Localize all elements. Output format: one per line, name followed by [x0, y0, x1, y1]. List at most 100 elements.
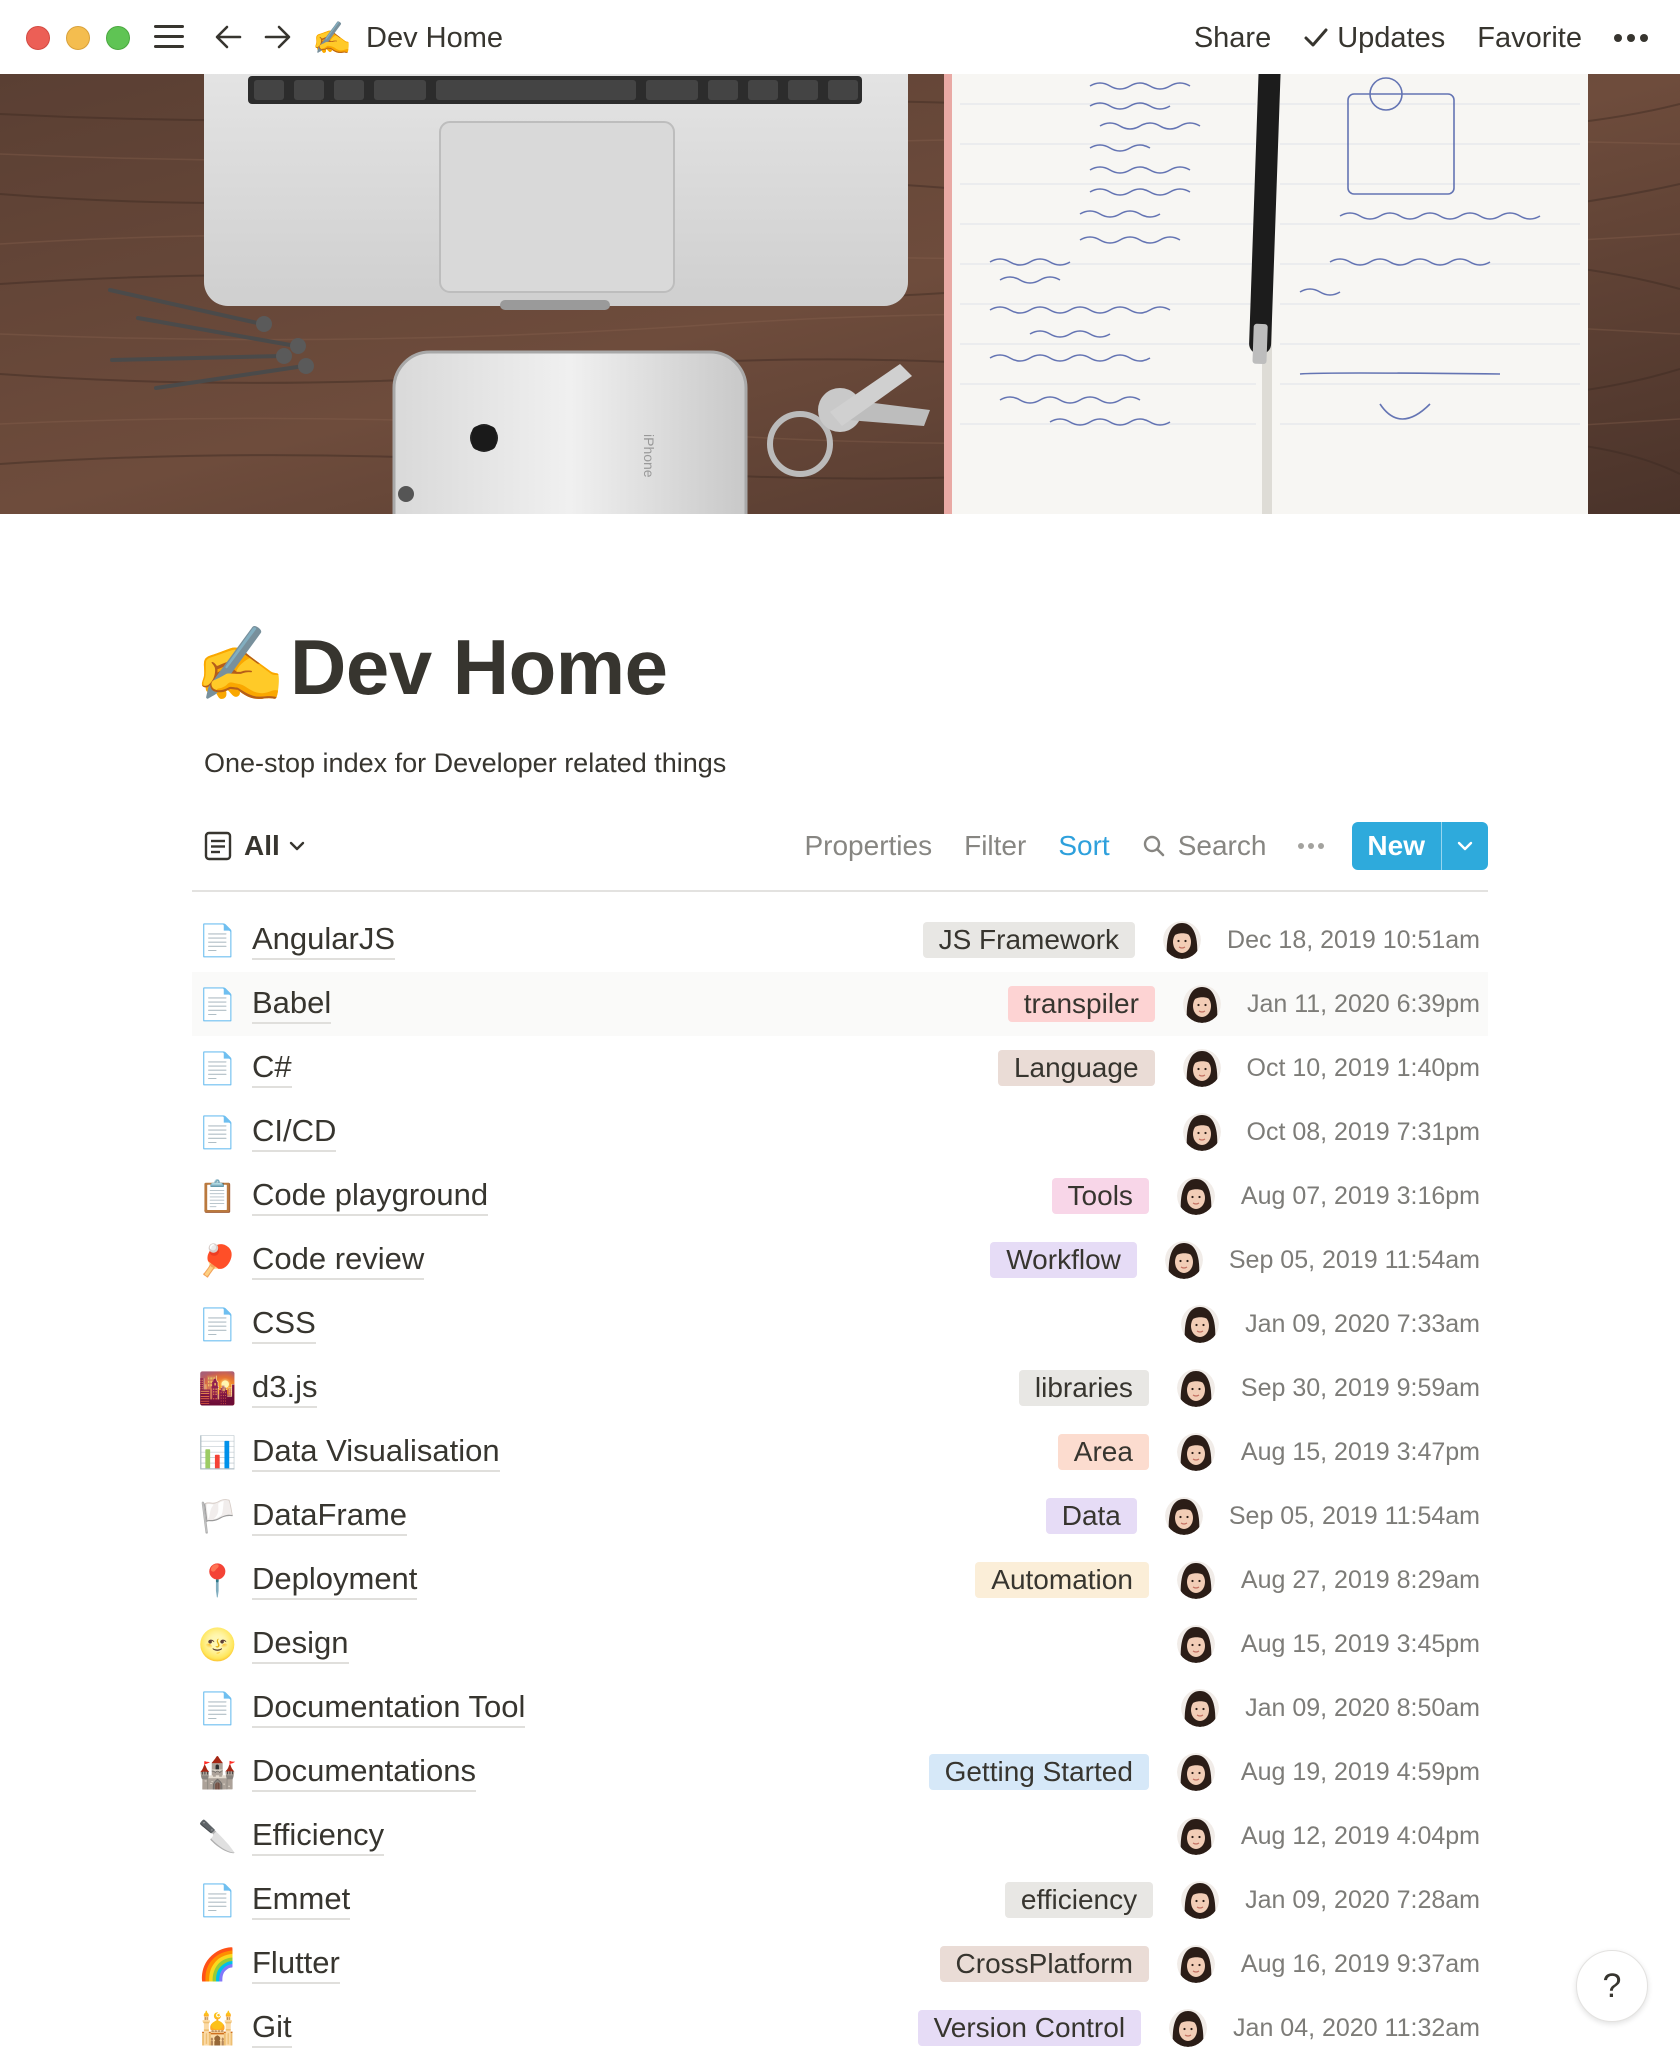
list-item[interactable]: 📄 CSS Jan 09, 2020 7:33am [192, 1292, 1488, 1356]
page-cover-image[interactable]: iPhone [0, 74, 1680, 514]
share-button[interactable]: Share [1194, 22, 1271, 55]
list-item[interactable]: 🏰 Documentations Getting Started Aug 19, 20… [192, 1740, 1488, 1804]
list-item-title[interactable]: AngularJS [252, 920, 396, 960]
updates-button[interactable]: Updates [1303, 22, 1445, 55]
list-item-title[interactable]: Code review [252, 1240, 425, 1280]
filter-button[interactable]: Filter [964, 830, 1026, 862]
back-arrow-icon[interactable] [212, 20, 246, 54]
created-date: Aug 15, 2019 3:47pm [1240, 1437, 1480, 1466]
tag-badge[interactable]: JS Framework [922, 922, 1136, 958]
list-item[interactable]: 🏓 Code review Workflow Sep 05, 2019 11:54am [192, 1228, 1488, 1292]
list-item[interactable]: 📄 Babel transpiler Jan 11, 2020 6:39pm [192, 972, 1488, 1036]
list-item[interactable]: 🏳️ DataFrame Data Sep 05, 2019 11:54am [192, 1484, 1488, 1548]
tag-badge[interactable]: transpiler [1007, 986, 1155, 1022]
user-avatar[interactable] [1169, 2009, 1208, 2047]
list-item-title[interactable]: Git [252, 2008, 292, 2048]
tag-badge[interactable]: efficiency [1004, 1882, 1154, 1918]
user-avatar[interactable] [1163, 921, 1202, 959]
tag-badge[interactable]: Automation [975, 1562, 1149, 1598]
list-item[interactable]: 📄 Emmet efficiency Jan 09, 2020 7:28am [192, 1868, 1488, 1932]
list-item-title[interactable]: Documentations [252, 1752, 477, 1792]
properties-button[interactable]: Properties [804, 830, 932, 862]
forward-arrow-icon[interactable] [260, 20, 294, 54]
list-item-title[interactable]: Design [252, 1624, 349, 1664]
search-button[interactable]: Search [1142, 830, 1266, 862]
list-item-title[interactable]: Code playground [252, 1176, 489, 1216]
tag-badge[interactable]: libraries [1018, 1370, 1149, 1406]
tag-badge[interactable]: Data [1045, 1498, 1137, 1534]
list-item[interactable]: 🔪 Efficiency Aug 12, 2019 4:04pm [192, 1804, 1488, 1868]
tag-badge[interactable]: Area [1057, 1434, 1149, 1470]
favorite-button[interactable]: Favorite [1477, 22, 1582, 55]
list-item-title[interactable]: Data Visualisation [252, 1432, 500, 1472]
list-item-title[interactable]: Emmet [252, 1880, 351, 1920]
list-item[interactable]: 📄 Documentation Tool Jan 09, 2020 8:50am [192, 1676, 1488, 1740]
new-button[interactable]: New [1352, 822, 1441, 870]
user-avatar[interactable] [1176, 1753, 1215, 1791]
minimize-window-button[interactable] [66, 26, 90, 50]
list-item[interactable]: 📄 C# Language Oct 10, 2019 1:40pm [192, 1036, 1488, 1100]
tag-badge[interactable]: Tools [1051, 1178, 1149, 1214]
list-item[interactable]: 📄 AngularJS JS Framework Dec 18, 2019 10:51… [192, 908, 1488, 972]
list-item[interactable]: 📋 Code playground Tools Aug 07, 2019 3:16pm [192, 1164, 1488, 1228]
tag-badge[interactable]: Workflow [990, 1242, 1137, 1278]
list-item-title[interactable]: Babel [252, 984, 332, 1024]
list-item-title[interactable]: Deployment [252, 1560, 418, 1600]
user-avatar[interactable] [1181, 1881, 1220, 1919]
list-item[interactable]: 📍 Deployment Automation Aug 27, 2019 8:29am [192, 1548, 1488, 1612]
tag-badge[interactable]: Version Control [917, 2010, 1142, 2046]
help-button[interactable]: ? [1576, 1950, 1648, 2022]
user-avatar[interactable] [1176, 1817, 1215, 1855]
user-avatar[interactable] [1181, 1689, 1220, 1727]
user-avatar[interactable] [1181, 1305, 1220, 1343]
user-avatar[interactable] [1182, 1049, 1221, 1087]
user-avatar[interactable] [1164, 1241, 1203, 1279]
list-item-title[interactable]: C# [252, 1048, 292, 1088]
user-avatar[interactable] [1176, 1369, 1215, 1407]
maximize-window-button[interactable] [106, 26, 130, 50]
list-item-title[interactable]: Efficiency [252, 1816, 385, 1856]
list-item[interactable]: 📊 Data Visualisation Area Aug 15, 2019 3:47… [192, 1420, 1488, 1484]
page-title[interactable]: Dev Home [290, 622, 668, 712]
sort-button[interactable]: Sort [1058, 830, 1109, 862]
sidebar-menu-icon[interactable] [152, 22, 186, 52]
tag-badge[interactable]: Getting Started [928, 1754, 1149, 1790]
created-date: Sep 05, 2019 11:54am [1228, 1501, 1480, 1530]
created-date: Jan 04, 2020 11:32am [1233, 2013, 1480, 2042]
breadcrumb-page-title[interactable]: Dev Home [366, 20, 503, 56]
user-avatar[interactable] [1176, 1177, 1215, 1215]
user-avatar[interactable] [1164, 1497, 1203, 1535]
list-item[interactable]: 📄 CI/CD Oct 08, 2019 7:31pm [192, 1100, 1488, 1164]
user-avatar[interactable] [1182, 985, 1221, 1023]
new-dropdown-button[interactable] [1441, 822, 1488, 870]
breadcrumb-page-icon[interactable]: ✍️ [312, 18, 352, 58]
list-item[interactable]: 🌈 Flutter CrossPlatform Aug 16, 2019 9:37am [192, 1932, 1488, 1996]
list-item[interactable]: 🕌 Git Version Control Jan 04, 2020 11:32am [192, 1996, 1488, 2054]
more-options-icon[interactable] [1614, 34, 1648, 42]
list-item-title[interactable]: CSS [252, 1304, 316, 1344]
more-options-icon[interactable] [1298, 843, 1325, 849]
tag-badge[interactable]: Language [997, 1050, 1155, 1086]
list-item-title[interactable]: CI/CD [252, 1112, 337, 1152]
user-avatar[interactable] [1176, 1945, 1215, 1983]
list-view-icon [204, 831, 232, 861]
list-item-title[interactable]: DataFrame [252, 1496, 408, 1536]
list-item-title[interactable]: d3.js [252, 1368, 318, 1408]
close-window-button[interactable] [26, 26, 50, 50]
user-avatar[interactable] [1176, 1433, 1215, 1471]
toolbar-divider [192, 890, 1488, 892]
list-item-title[interactable]: Flutter [252, 1944, 340, 1984]
tag-badge[interactable]: CrossPlatform [939, 1946, 1149, 1982]
page-icon: 🌝 [198, 1627, 237, 1662]
page-icon[interactable]: ✍️ [194, 620, 286, 710]
list-item[interactable]: 🌝 Design Aug 15, 2019 3:45pm [192, 1612, 1488, 1676]
user-avatar[interactable] [1176, 1625, 1215, 1663]
list-item-title[interactable]: Documentation Tool [252, 1688, 526, 1728]
user-avatar[interactable] [1176, 1561, 1215, 1599]
chevron-down-icon [289, 841, 304, 851]
page-description[interactable]: One-stop index for Developer related thi… [204, 745, 726, 781]
view-switcher[interactable]: All [204, 826, 306, 866]
list-item[interactable]: 🌇 d3.js libraries Sep 30, 2019 9:59am [192, 1356, 1488, 1420]
user-avatar[interactable] [1182, 1113, 1221, 1151]
page-icon: 🏓 [198, 1243, 237, 1278]
